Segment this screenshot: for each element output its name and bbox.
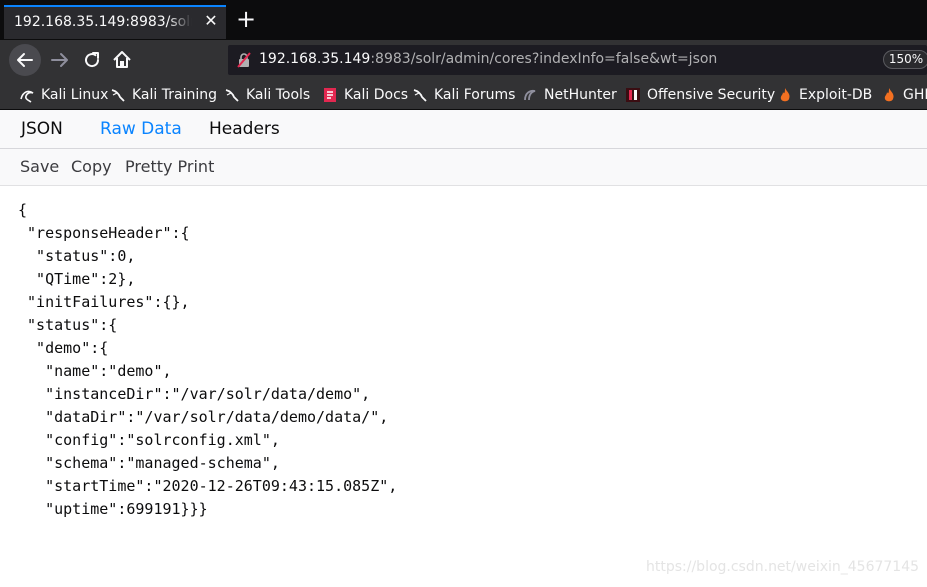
pretty-print-button[interactable]: Pretty Print [125,149,214,185]
bookmark-label: Kali Training [132,87,217,103]
url-host: 192.168.35.149 [259,51,371,67]
bookmark-offensive-security[interactable]: Offensive Security [625,80,775,110]
tab-raw-data[interactable]: Raw Data [100,110,182,148]
kali-dragon-icon [413,89,427,102]
arrow-left-icon [17,53,33,67]
raw-line: "initFailures":{}, [18,293,190,311]
raw-line: "startTime":"2020-12-26T09:43:15.085Z", [18,477,398,495]
bookmark-label: NetHunter [544,87,617,103]
url-text[interactable]: 192.168.35.149:8983/solr/admin/cores?ind… [259,51,717,67]
tab-title: 192.168.35.149:8983/solr/admin/cores?ind… [14,14,192,30]
url-bar[interactable]: 192.168.35.149:8983/solr/admin/cores?ind… [228,45,927,75]
bookmark-kali-training[interactable]: Kali Training [110,80,217,110]
url-path: :8983/solr/admin/cores?indexInfo=false&w… [370,51,718,67]
ghdb-icon [884,88,894,102]
raw-line: "responseHeader":{ [18,224,190,242]
raw-line: { [18,201,28,219]
raw-line: "status":0, [18,247,136,265]
nethunter-icon [524,89,536,101]
arrow-right-icon [51,53,68,67]
kali-dragon-icon [111,89,125,102]
kali-docs-icon [324,88,336,102]
copy-button[interactable]: Copy [71,149,112,185]
raw-line: "schema":"managed-schema", [18,454,280,472]
bookmarks-toolbar: Kali Linux Kali Training Kali Tools Kali… [0,80,927,110]
bookmark-label: Exploit-DB [799,87,873,103]
raw-json-text: { "responseHeader":{ "status":0, "QTime"… [18,199,397,521]
raw-line: "dataDir":"/var/solr/data/demo/data/", [18,408,389,426]
raw-line: "QTime":2}, [18,270,136,288]
watermark: https://blog.csdn.net/weixin_45677145 [646,559,920,575]
bookmark-label: GHDB [903,87,927,103]
tab-headers[interactable]: Headers [209,110,280,148]
bookmark-kali-docs[interactable]: Kali Docs [322,80,408,110]
bookmark-label: Kali Forums [434,87,516,103]
bookmark-exploit-db[interactable]: Exploit-DB [777,80,872,110]
json-viewer-tabs: JSON Raw Data Headers [0,110,927,149]
bookmark-nethunter[interactable]: NetHunter [522,80,617,110]
reload-button[interactable] [80,48,104,72]
bookmark-ghdb[interactable]: GHDB [881,80,927,110]
zoom-indicator[interactable]: 150% [883,50,927,69]
bookmark-label: Kali Docs [344,87,409,103]
kali-dragon-icon [225,89,239,102]
raw-data-toolbar: Save Copy Pretty Print [0,149,927,186]
raw-line: "instanceDir":"/var/solr/data/demo", [18,385,371,403]
exploitdb-icon [780,88,790,102]
browser-tab[interactable]: 192.168.35.149:8983/solr/admin/cores?ind… [4,5,226,39]
back-button[interactable] [9,44,41,76]
insecure-lock-icon[interactable] [236,52,252,68]
raw-line: "name":"demo", [18,362,172,380]
bookmark-label: Kali Tools [246,87,311,103]
raw-line: "uptime":699191}}} [18,500,208,518]
forward-button[interactable] [48,48,72,72]
reload-icon [85,52,100,68]
bookmark-label: Offensive Security [647,87,776,103]
close-tab-icon[interactable]: ✕ [202,11,220,31]
save-button[interactable]: Save [20,149,59,185]
home-button[interactable] [110,48,134,72]
tab-strip: 192.168.35.149:8983/solr/admin/cores?ind… [0,0,927,40]
bookmark-kali-forums[interactable]: Kali Forums [412,80,515,110]
home-icon [113,51,131,68]
offsec-icon [626,88,640,102]
navigation-bar: 192.168.35.149:8983/solr/admin/cores?ind… [0,40,927,80]
bookmark-kali-tools[interactable]: Kali Tools [224,80,310,110]
bookmark-kali-linux[interactable]: Kali Linux [19,80,108,110]
kali-dragon-icon [20,90,34,103]
raw-line: "config":"solrconfig.xml", [18,431,280,449]
new-tab-button[interactable]: + [235,7,257,31]
tab-json[interactable]: JSON [21,110,63,148]
raw-line: "demo":{ [18,339,109,357]
raw-line: "status":{ [18,316,118,334]
bookmark-label: Kali Linux [41,87,109,103]
